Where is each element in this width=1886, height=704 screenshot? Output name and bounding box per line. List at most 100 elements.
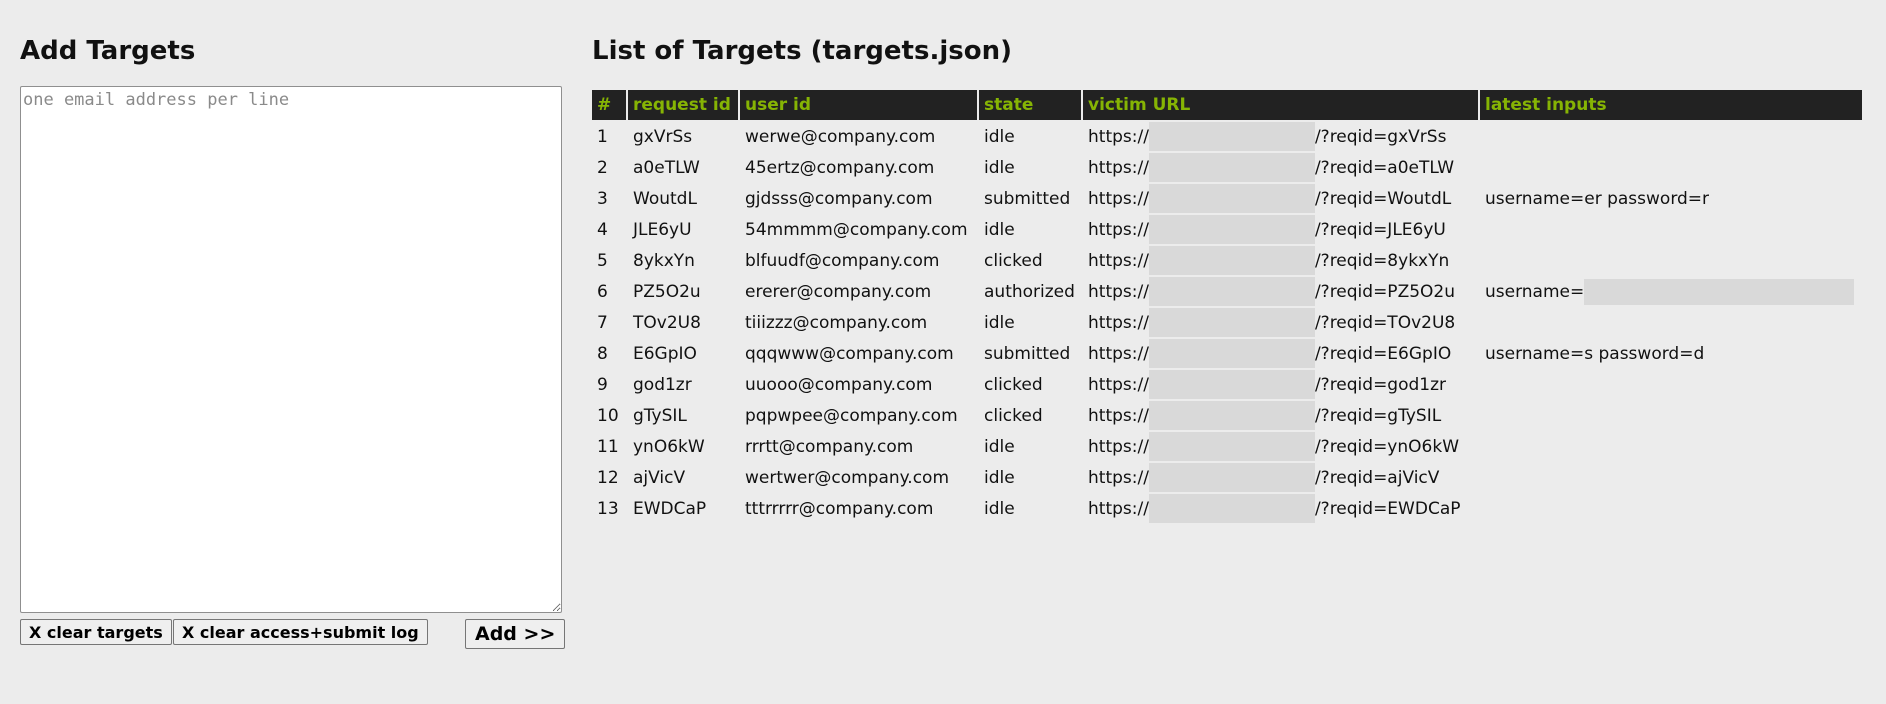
latest-inputs-cell: username=er password=r — [1480, 184, 1862, 213]
row-number: 11 — [597, 436, 619, 457]
email-list-input[interactable] — [20, 86, 562, 613]
url-prefix: https:// — [1088, 343, 1149, 364]
latest-inputs-text: username=s password=d — [1485, 343, 1705, 364]
table-row: 10 gTySIL pqpwpee@company.com clicked https:… — [592, 401, 1862, 430]
victim-url: https:// /?reqid=JLE6yU — [1088, 215, 1478, 244]
add-button[interactable]: Add >> — [465, 619, 566, 649]
state-cell: clicked — [984, 405, 1043, 426]
url-prefix: https:// — [1088, 281, 1149, 302]
row-number: 1 — [597, 126, 608, 147]
victim-url: https:// /?reqid=EWDCaP — [1088, 494, 1478, 523]
victim-url: https:// /?reqid=WoutdL — [1088, 184, 1478, 213]
latest-inputs-text: username= — [1485, 281, 1585, 302]
state-cell: idle — [984, 312, 1015, 333]
victim-url: https:// /?reqid=TOv2U8 — [1088, 308, 1478, 337]
victim-url: https:// /?reqid=8ykxYn — [1088, 246, 1478, 275]
state-cell: idle — [984, 219, 1015, 240]
state-cell: authorized — [984, 281, 1075, 302]
redacted-host — [1148, 184, 1315, 213]
request-id-cell: E6GpIO — [633, 343, 697, 364]
latest-inputs-cell — [1480, 308, 1862, 337]
request-id-cell: ynO6kW — [633, 436, 705, 457]
latest-inputs-cell — [1480, 432, 1862, 461]
victim-url-cell: https:// /?reqid=gxVrSs — [1083, 122, 1478, 151]
latest-inputs-cell: username= — [1480, 277, 1862, 306]
victim-url-cell: https:// /?reqid=gTySIL — [1083, 401, 1478, 430]
table-row: 11 ynO6kW rrrtt@company.com idle https:// /?r… — [592, 432, 1862, 461]
column-header-state: state — [979, 90, 1081, 120]
row-number: 8 — [597, 343, 608, 364]
request-id-cell: god1zr — [633, 374, 692, 395]
url-suffix: /?reqid=WoutdL — [1314, 188, 1452, 209]
column-header-request-id: request id — [628, 90, 738, 120]
url-prefix: https:// — [1088, 219, 1149, 240]
state-cell: submitted — [984, 343, 1071, 364]
request-id-cell: ajVicV — [633, 467, 686, 488]
row-number: 10 — [597, 405, 619, 426]
request-id-cell: gxVrSs — [633, 126, 693, 147]
table-row: 7 TOv2U8 tiiizzz@company.com idle https:// /?… — [592, 308, 1862, 337]
user-id-cell: tttrrrrr@company.com — [745, 498, 934, 519]
user-id-cell: werwe@company.com — [745, 126, 936, 147]
victim-url: https:// /?reqid=gTySIL — [1088, 401, 1478, 430]
request-id-cell: EWDCaP — [633, 498, 707, 519]
victim-url-cell: https:// /?reqid=TOv2U8 — [1083, 308, 1478, 337]
user-id-cell: 54mmmm@company.com — [745, 219, 968, 240]
state-cell: submitted — [984, 188, 1071, 209]
table-row: 5 8ykxYn blfuudf@company.com clicked https:/… — [592, 246, 1862, 275]
victim-url-cell: https:// /?reqid=8ykxYn — [1083, 246, 1478, 275]
column-header-user-id: user id — [740, 90, 977, 120]
action-buttons: X clear targets X clear access+submit lo… — [20, 619, 566, 649]
state-cell: clicked — [984, 374, 1043, 395]
latest-inputs-cell — [1480, 370, 1862, 399]
url-suffix: /?reqid=gTySIL — [1314, 405, 1442, 426]
url-prefix: https:// — [1088, 436, 1149, 457]
state-cell: clicked — [984, 250, 1043, 271]
clear-targets-button[interactable]: X clear targets — [20, 619, 172, 645]
url-suffix: /?reqid=PZ5O2u — [1314, 281, 1455, 302]
row-number: 13 — [597, 498, 619, 519]
row-number: 12 — [597, 467, 619, 488]
victim-url-cell: https:// /?reqid=ynO6kW — [1083, 432, 1478, 461]
column-header-victim-url: victim URL — [1083, 90, 1478, 120]
victim-url: https:// /?reqid=gxVrSs — [1088, 122, 1478, 151]
latest-inputs-cell — [1480, 463, 1862, 492]
url-prefix: https:// — [1088, 498, 1149, 519]
column-header-num: # — [592, 90, 626, 120]
redacted-host — [1148, 401, 1315, 430]
request-id-cell: JLE6yU — [633, 219, 692, 240]
victim-url-cell: https:// /?reqid=god1zr — [1083, 370, 1478, 399]
victim-url: https:// /?reqid=god1zr — [1088, 370, 1478, 399]
latest-inputs-text: username=er password=r — [1485, 188, 1710, 209]
redacted-host — [1148, 339, 1315, 368]
url-suffix: /?reqid=8ykxYn — [1314, 250, 1450, 271]
targets-list-title: List of Targets (targets.json) — [592, 36, 1012, 66]
table-row: 9 god1zr uuooo@company.com clicked https:// /… — [592, 370, 1862, 399]
victim-url-cell: https:// /?reqid=JLE6yU — [1083, 215, 1478, 244]
victim-url: https:// /?reqid=ynO6kW — [1088, 432, 1478, 461]
victim-url: https:// /?reqid=ajVicV — [1088, 463, 1478, 492]
url-prefix: https:// — [1088, 188, 1149, 209]
table-header-row: # request id user id state victim URL la… — [592, 90, 1862, 120]
row-number: 7 — [597, 312, 608, 333]
url-prefix: https:// — [1088, 126, 1149, 147]
url-prefix: https:// — [1088, 250, 1149, 271]
clear-log-button[interactable]: X clear access+submit log — [173, 619, 428, 645]
table-row: 4 JLE6yU 54mmmm@company.com idle https:// /?r… — [592, 215, 1862, 244]
redacted-host — [1148, 370, 1315, 399]
url-prefix: https:// — [1088, 405, 1149, 426]
state-cell: idle — [984, 157, 1015, 178]
request-id-cell: gTySIL — [633, 405, 687, 426]
latest-inputs-cell — [1480, 401, 1862, 430]
url-suffix: /?reqid=a0eTLW — [1314, 157, 1455, 178]
redacted-input — [1584, 278, 1855, 305]
request-id-cell: PZ5O2u — [633, 281, 701, 302]
redacted-host — [1148, 215, 1315, 244]
row-number: 3 — [597, 188, 608, 209]
redacted-host — [1148, 246, 1315, 275]
url-suffix: /?reqid=E6GpIO — [1314, 343, 1452, 364]
latest-inputs-cell — [1480, 215, 1862, 244]
row-number: 6 — [597, 281, 608, 302]
column-header-latest-inputs: latest inputs — [1480, 90, 1862, 120]
user-id-cell: gjdsss@company.com — [745, 188, 933, 209]
